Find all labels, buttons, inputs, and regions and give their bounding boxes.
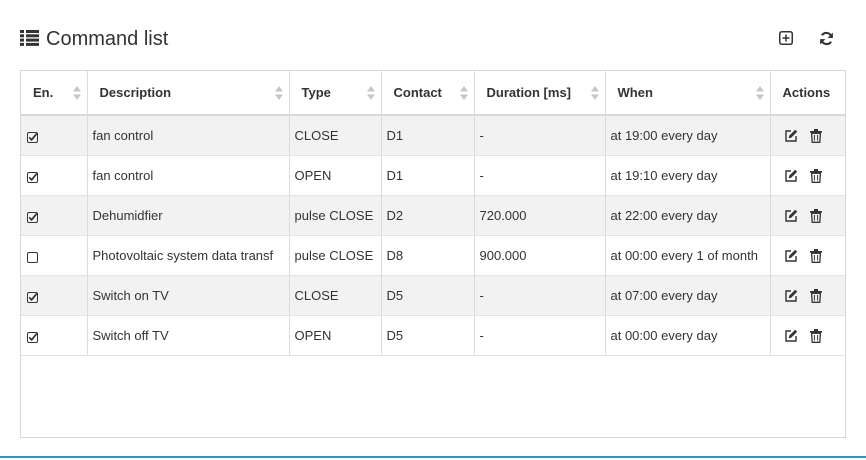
command-table: En. Description Type Contact Duration [ms] Wh… <box>21 71 845 356</box>
cell-description: fan control <box>87 155 290 196</box>
cell-duration: - <box>474 115 606 156</box>
column-header-type[interactable]: Type <box>289 71 382 116</box>
cell-duration: - <box>474 315 606 356</box>
command-list-panel: Command list En. Description Type Contac… <box>0 0 866 458</box>
edit-icon[interactable] <box>784 289 798 303</box>
sort-arrows-icon <box>274 86 283 100</box>
add-command-button[interactable] <box>776 28 796 48</box>
cell-type: CLOSE <box>289 115 382 156</box>
table-row: Photovoltaic system data transf pulse CLO… <box>21 235 845 276</box>
cell-actions <box>770 155 845 196</box>
cell-type: CLOSE <box>289 275 382 316</box>
table-row: fan control OPEN D1- at 19:10 every day <box>21 155 845 196</box>
cell-actions <box>770 235 845 276</box>
cell-enabled <box>21 315 88 356</box>
cell-actions <box>770 275 845 316</box>
sort-arrows-icon <box>366 86 375 100</box>
cell-when: at 00:00 every 1 of month <box>605 235 771 276</box>
cell-type: pulse CLOSE <box>289 195 382 236</box>
table-body: fan control CLOSE D1- at 19:00 every day fan… <box>21 115 845 356</box>
cell-enabled <box>21 195 88 236</box>
cell-duration: - <box>474 155 606 196</box>
cell-description: Photovoltaic system data transf <box>87 235 290 276</box>
cell-when: at 00:00 every day <box>605 315 771 356</box>
cell-when: at 19:10 every day <box>605 155 771 196</box>
trash-icon[interactable] <box>809 129 824 143</box>
column-header-description[interactable]: Description <box>87 71 290 116</box>
cell-enabled <box>21 275 88 316</box>
table-row: Dehumidfier pulse CLOSE D2 720.000 at 22:00 … <box>21 195 845 236</box>
sort-arrows-icon <box>590 86 599 100</box>
edit-icon[interactable] <box>784 169 798 183</box>
cell-when: at 22:00 every day <box>605 195 771 236</box>
cell-enabled <box>21 235 88 276</box>
cell-when: at 19:00 every day <box>605 115 771 156</box>
cell-contact: D1 <box>381 155 475 196</box>
edit-icon[interactable] <box>784 209 798 223</box>
trash-icon[interactable] <box>809 208 824 223</box>
cell-duration: 720.000 <box>474 195 606 236</box>
trash-icon[interactable] <box>809 288 824 303</box>
column-header-contact[interactable]: Contact <box>381 71 475 116</box>
cell-contact: D8 <box>381 235 475 276</box>
table-row: Switch off TV OPEN D5- at 00:00 every day <box>21 315 845 356</box>
cell-actions <box>770 195 845 236</box>
cell-description: fan control <box>87 115 290 156</box>
plus-square-icon <box>779 31 793 45</box>
cell-enabled <box>21 155 88 196</box>
checked-checkbox-icon[interactable] <box>27 291 38 303</box>
sort-arrows-icon <box>459 86 468 100</box>
column-header-when[interactable]: When <box>605 71 771 116</box>
column-header-actions: Actions <box>770 71 845 116</box>
column-header-duration[interactable]: Duration [ms] <box>474 71 606 116</box>
cell-contact: D2 <box>381 195 475 236</box>
cell-description: Switch on TV <box>87 275 290 316</box>
panel-header: Command list <box>20 26 846 54</box>
cell-description: Switch off TV <box>87 315 290 356</box>
cell-actions <box>770 315 845 356</box>
trash-icon[interactable] <box>809 328 824 343</box>
column-header-enabled[interactable]: En. <box>21 71 88 116</box>
edit-icon[interactable] <box>784 329 798 343</box>
sort-arrows-icon <box>72 86 81 100</box>
edit-icon[interactable] <box>784 249 798 263</box>
refresh-button[interactable] <box>816 28 836 48</box>
cell-type: OPEN <box>289 155 382 196</box>
sort-arrows-icon <box>755 86 764 100</box>
table-row: Switch on TV CLOSE D5- at 07:00 every day <box>21 275 845 316</box>
command-table-container: En. Description Type Contact Duration [ms] Wh… <box>20 70 846 438</box>
table-row: fan control CLOSE D1- at 19:00 every day <box>21 115 845 156</box>
cell-contact: D5 <box>381 315 475 356</box>
cell-description: Dehumidfier <box>87 195 290 236</box>
cell-type: OPEN <box>289 315 382 356</box>
list-icon <box>20 30 39 46</box>
cell-when: at 07:00 every day <box>605 275 771 316</box>
unchecked-checkbox-icon[interactable] <box>27 251 38 263</box>
cell-enabled <box>21 115 88 156</box>
cell-type: pulse CLOSE <box>289 235 382 276</box>
page-title: Command list <box>46 28 169 50</box>
checked-checkbox-icon[interactable] <box>27 131 38 143</box>
cell-contact: D1 <box>381 115 475 156</box>
cell-duration: 900.000 <box>474 235 606 276</box>
cell-actions <box>770 115 845 156</box>
cell-contact: D5 <box>381 275 475 316</box>
trash-icon[interactable] <box>809 168 824 183</box>
cell-duration: - <box>474 275 606 316</box>
edit-icon[interactable] <box>784 129 798 143</box>
refresh-icon <box>819 31 833 45</box>
checked-checkbox-icon[interactable] <box>27 331 38 343</box>
checked-checkbox-icon[interactable] <box>27 211 38 223</box>
checked-checkbox-icon[interactable] <box>27 171 38 183</box>
table-header-row: En. Description Type Contact Duration [ms] Wh… <box>21 71 845 116</box>
trash-icon[interactable] <box>809 248 824 263</box>
